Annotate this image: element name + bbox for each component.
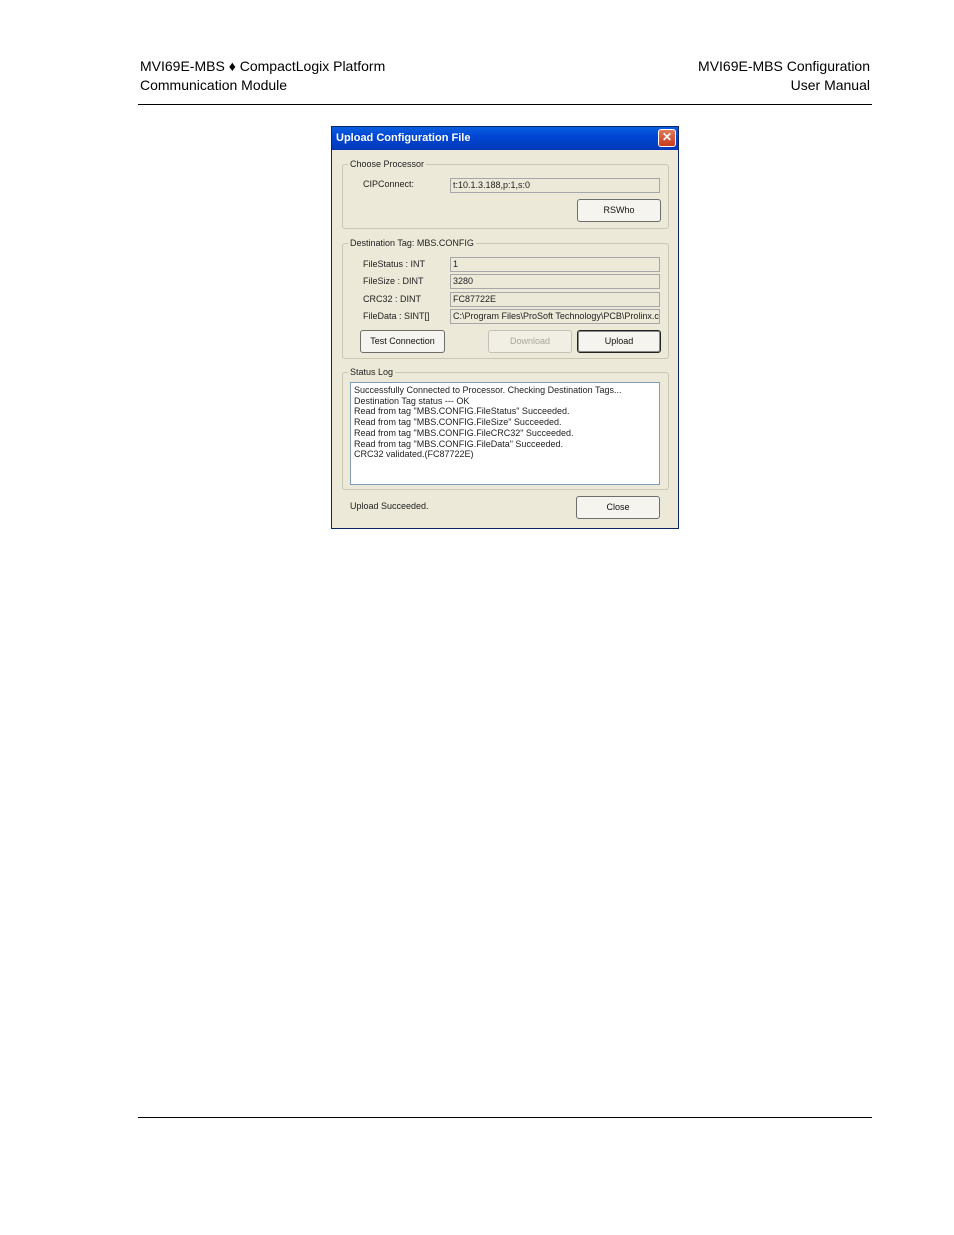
log-line: Read from tag "MBS.CONFIG.FileData" Succ… (354, 438, 563, 449)
cipconnect-field[interactable]: t:10.1.3.188,p:1,s:0 (450, 178, 660, 193)
download-button[interactable]: Download (488, 330, 572, 353)
crc32-field[interactable]: FC87722E (450, 292, 660, 307)
status-log-label: Status Log (348, 367, 396, 377)
upload-configuration-dialog: Upload Configuration File ✕ Choose Proce… (331, 126, 679, 529)
dialog-title: Upload Configuration File (336, 132, 471, 144)
dialog-titlebar[interactable]: Upload Configuration File ✕ (332, 127, 678, 150)
cipconnect-label: CIPConnect: (363, 179, 415, 189)
crc32-label: CRC32 : DINT (363, 294, 422, 304)
rswho-button[interactable]: RSWho (577, 199, 661, 222)
filestatus-field[interactable]: 1 (450, 257, 660, 272)
upload-button[interactable]: Upload (577, 330, 661, 353)
choose-processor-group: Choose Processor CIPConnect: t:10.1.3.18… (342, 159, 669, 229)
choose-processor-label: Choose Processor (348, 159, 427, 169)
filesize-label: FileSize : DINT (363, 276, 424, 286)
page-header-left: MVI69E-MBS ♦ CompactLogix Platform Commu… (140, 57, 385, 95)
filedata-label: FileData : SINT[] (363, 311, 430, 321)
destination-tag-label: Destination Tag: MBS.CONFIG (348, 238, 476, 248)
close-button[interactable]: Close (576, 496, 660, 519)
header-product-title: MVI69E-MBS ♦ CompactLogix Platform (140, 58, 386, 74)
header-manual-title: User Manual (790, 77, 870, 93)
destination-tag-group: Destination Tag: MBS.CONFIG FileStatus :… (342, 238, 669, 359)
log-line: Destination Tag status --- OK (354, 395, 470, 406)
test-connection-button[interactable]: Test Connection (360, 330, 445, 353)
log-line: Read from tag "MBS.CONFIG.FileCRC32" Suc… (354, 427, 574, 438)
header-rule (138, 104, 872, 105)
filesize-field[interactable]: 3280 (450, 274, 660, 289)
close-icon[interactable]: ✕ (658, 129, 676, 147)
status-log-textarea[interactable]: Successfully Connected to Processor. Che… (350, 382, 660, 485)
header-chapter-title: MVI69E-MBS Configuration (698, 58, 870, 74)
status-text: Upload Succeeded. (350, 501, 429, 511)
filedata-field[interactable]: C:\Program Files\ProSoft Technology\PCB\… (450, 309, 660, 324)
header-product-subtitle: Communication Module (140, 77, 288, 93)
log-line: Read from tag "MBS.CONFIG.FileSize" Succ… (354, 417, 562, 428)
log-line: CRC32 validated.(FC87722E) (354, 449, 474, 460)
log-line: Read from tag "MBS.CONFIG.FileStatus" Su… (354, 406, 570, 417)
page-header-right: MVI69E-MBS Configuration User Manual (698, 57, 870, 95)
filestatus-label: FileStatus : INT (363, 259, 426, 269)
log-line: Successfully Connected to Processor. Che… (354, 385, 622, 395)
footer-rule (138, 1117, 872, 1118)
